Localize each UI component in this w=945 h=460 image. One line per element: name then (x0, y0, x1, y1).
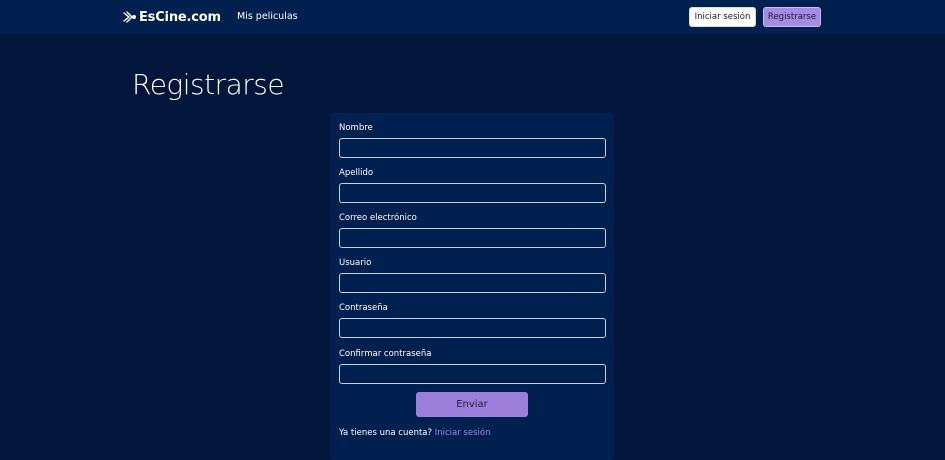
login-prompt-text: Ya tienes una cuenta? (339, 428, 433, 438)
username-input[interactable] (339, 273, 606, 293)
brand-name: EsCine.com (139, 9, 221, 25)
password-label: Contraseña (339, 303, 388, 313)
login-link[interactable]: Iniciar sesión (435, 428, 491, 438)
submit-button[interactable]: Enviar (416, 392, 528, 417)
last-name-label: Apellido (339, 168, 374, 178)
login-prompt: Ya tienes una cuenta? Iniciar sesión (339, 428, 490, 438)
top-navbar: EsCine.com Mis peliculas Iniciar sesión … (0, 0, 945, 34)
confirm-password-input[interactable] (339, 364, 606, 384)
confirm-password-label: Confirmar contraseña (339, 349, 432, 359)
email-input[interactable] (339, 228, 606, 248)
page-title: Registrarse (132, 68, 285, 101)
registration-form: Nombre Apellido Correo electrónico Usuar… (330, 113, 614, 460)
password-input[interactable] (339, 318, 606, 338)
login-button[interactable]: Iniciar sesión (689, 7, 756, 27)
first-name-input[interactable] (339, 138, 606, 158)
nav-link-mis-peliculas[interactable]: Mis peliculas (237, 11, 298, 22)
email-label: Correo electrónico (339, 213, 417, 223)
film-reel-logo-icon (123, 10, 137, 24)
register-button[interactable]: Registrarse (763, 7, 821, 27)
first-name-label: Nombre (339, 123, 373, 133)
username-label: Usuario (339, 258, 372, 268)
brand-logo[interactable]: EsCine.com (123, 8, 221, 26)
last-name-input[interactable] (339, 183, 606, 203)
